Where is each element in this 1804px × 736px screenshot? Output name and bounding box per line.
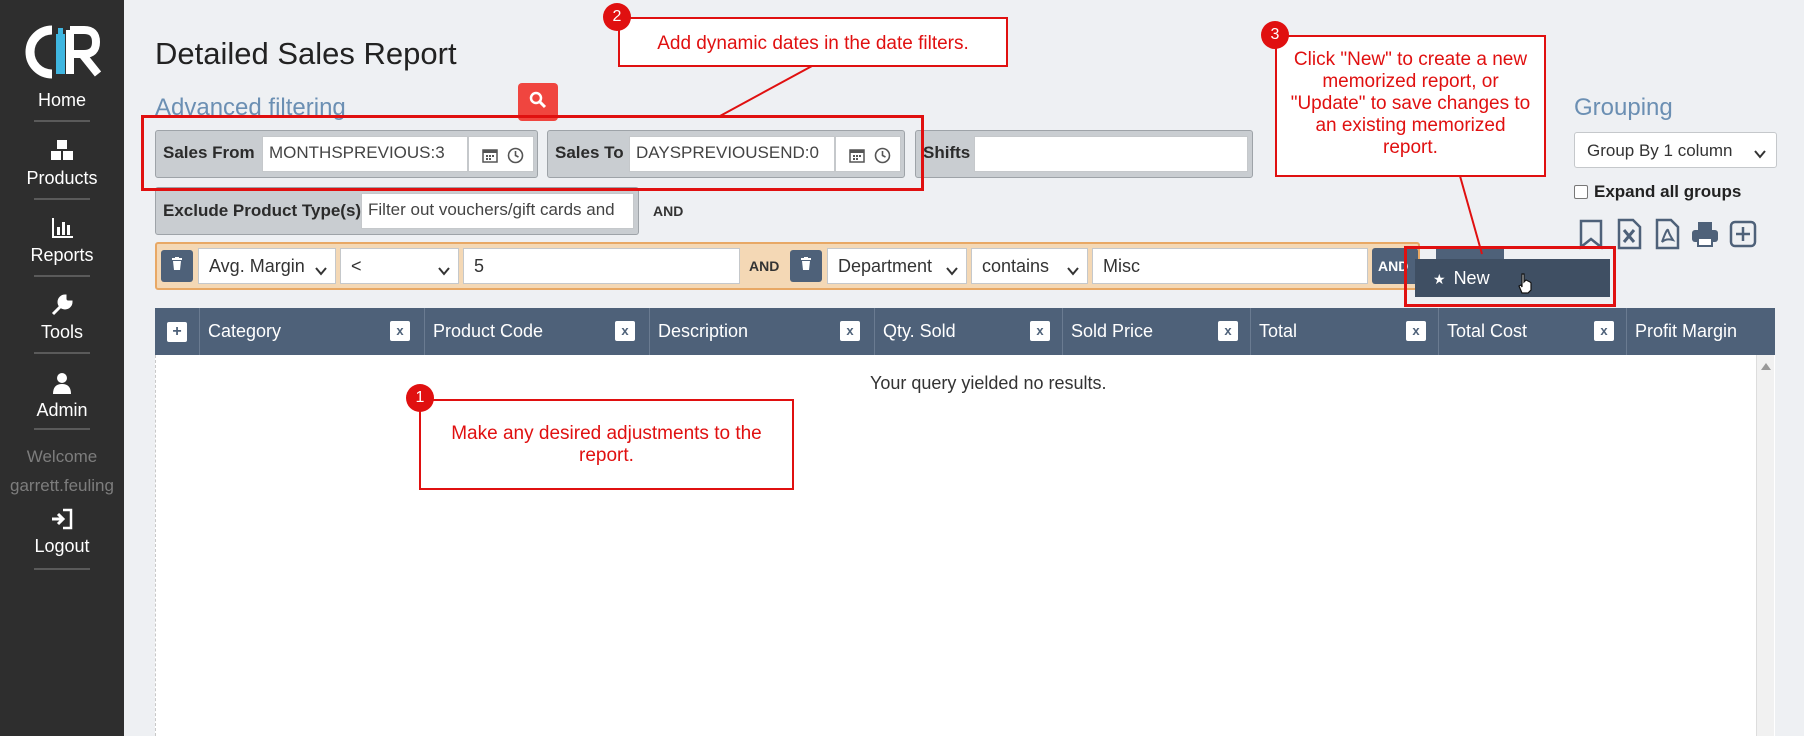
- callout-line-3: [1459, 175, 1483, 255]
- callout-line-2: [719, 65, 813, 117]
- annotation-number-1: 1: [406, 384, 434, 412]
- annotation-callout-3: Click "New" to create a new memorized re…: [1275, 35, 1546, 177]
- annotation-number-2: 2: [603, 3, 631, 31]
- annotation-number-3: 3: [1261, 21, 1289, 49]
- annotation-highlight-date-filters: [141, 115, 924, 191]
- annotation-text: Click "New" to create a new memorized re…: [1290, 49, 1531, 158]
- annotation-text: Add dynamic dates in the date filters.: [657, 33, 969, 54]
- annotation-callout-2: Add dynamic dates in the date filters.: [618, 17, 1008, 67]
- annotation-text: Make any desired adjustments to the repo…: [451, 423, 762, 466]
- annotation-highlight-new-menu: [1404, 246, 1616, 307]
- annotation-callout-1: Make any desired adjustments to the repo…: [419, 399, 794, 490]
